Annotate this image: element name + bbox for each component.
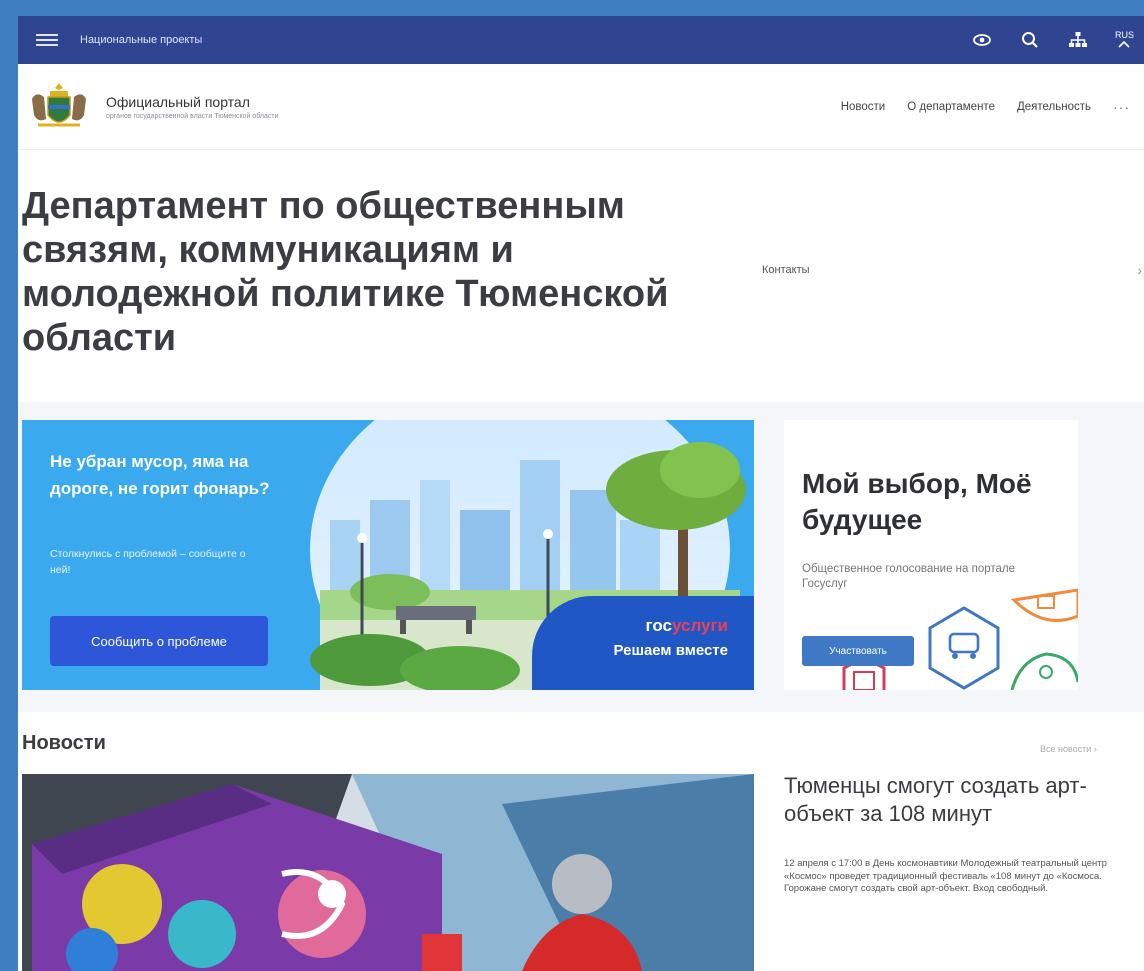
more-icon[interactable]: ··· [1113, 99, 1130, 115]
search-icon[interactable] [1019, 29, 1041, 51]
menu-icon[interactable] [36, 31, 58, 49]
page-title: Департамент по общественным связям, комм… [22, 185, 669, 359]
chevron-right-icon: › [1137, 262, 1142, 278]
language-label: RUS [1114, 29, 1134, 40]
news-item-title[interactable]: Тюменцы смогут создать арт-объект за 108… [784, 772, 1114, 828]
choice-headline: Мой выбор, Моё будущее [802, 468, 1032, 535]
banner-message: Не убран мусор, яма на дороге, не горит … [50, 452, 270, 498]
language-switch[interactable]: RUS [1114, 29, 1134, 50]
portal-subtitle: органов государственной власти Тюменской… [106, 112, 279, 120]
my-choice-banner[interactable]: Мой выбор, Моё будущее Общественное голо… [784, 420, 1078, 690]
choice-text: Общественное голосование на портале Госу… [802, 563, 1016, 590]
gos-suffix: услуги [671, 616, 728, 635]
news-image[interactable] [22, 774, 754, 971]
language-icon [1118, 40, 1131, 48]
news-heading: Новости [22, 732, 106, 754]
sitemap-icon[interactable] [1067, 29, 1089, 51]
nav-about[interactable]: О департаменте [907, 101, 995, 113]
portal-title[interactable]: Официальный портал [106, 94, 279, 110]
chevron-right-icon: › [1093, 744, 1097, 754]
contacts-link[interactable]: Контакты › [762, 260, 1142, 280]
participate-button[interactable]: Участвовать [802, 636, 914, 666]
site-header: Официальный портал органов государственн… [18, 64, 1144, 150]
main-nav: Новости О департаменте Деятельность ··· [841, 99, 1130, 115]
report-problem-button[interactable]: Сообщить о проблеме [50, 616, 268, 666]
nav-activity[interactable]: Деятельность [1017, 101, 1091, 113]
news-item-text: 12 апреля с 17:00 в День космонавтики Мо… [784, 858, 1107, 894]
all-news-label: Все новости [1040, 744, 1092, 754]
all-news-link[interactable]: Все новости › [1040, 744, 1097, 754]
eye-icon[interactable] [971, 29, 993, 51]
banner-subtext: Столкнулись с проблемой – сообщите о ней… [50, 548, 246, 576]
page: Национальные проекты RUS Официальный пор… [18, 16, 1144, 971]
problem-report-banner[interactable]: Не убран мусор, яма на дороге, не горит … [22, 420, 754, 690]
contacts-label: Контакты [762, 264, 810, 276]
top-bar: Национальные проекты RUS [18, 16, 1144, 64]
nav-news[interactable]: Новости [841, 101, 886, 113]
gosuslugi-badge[interactable]: госуслуги Решаем вместе [532, 596, 754, 690]
national-projects-link[interactable]: Национальные проекты [80, 34, 202, 46]
gos-prefix: гос [645, 616, 672, 635]
coat-of-arms-icon[interactable] [24, 79, 94, 135]
gos-slogan: Решаем вместе [613, 642, 728, 659]
